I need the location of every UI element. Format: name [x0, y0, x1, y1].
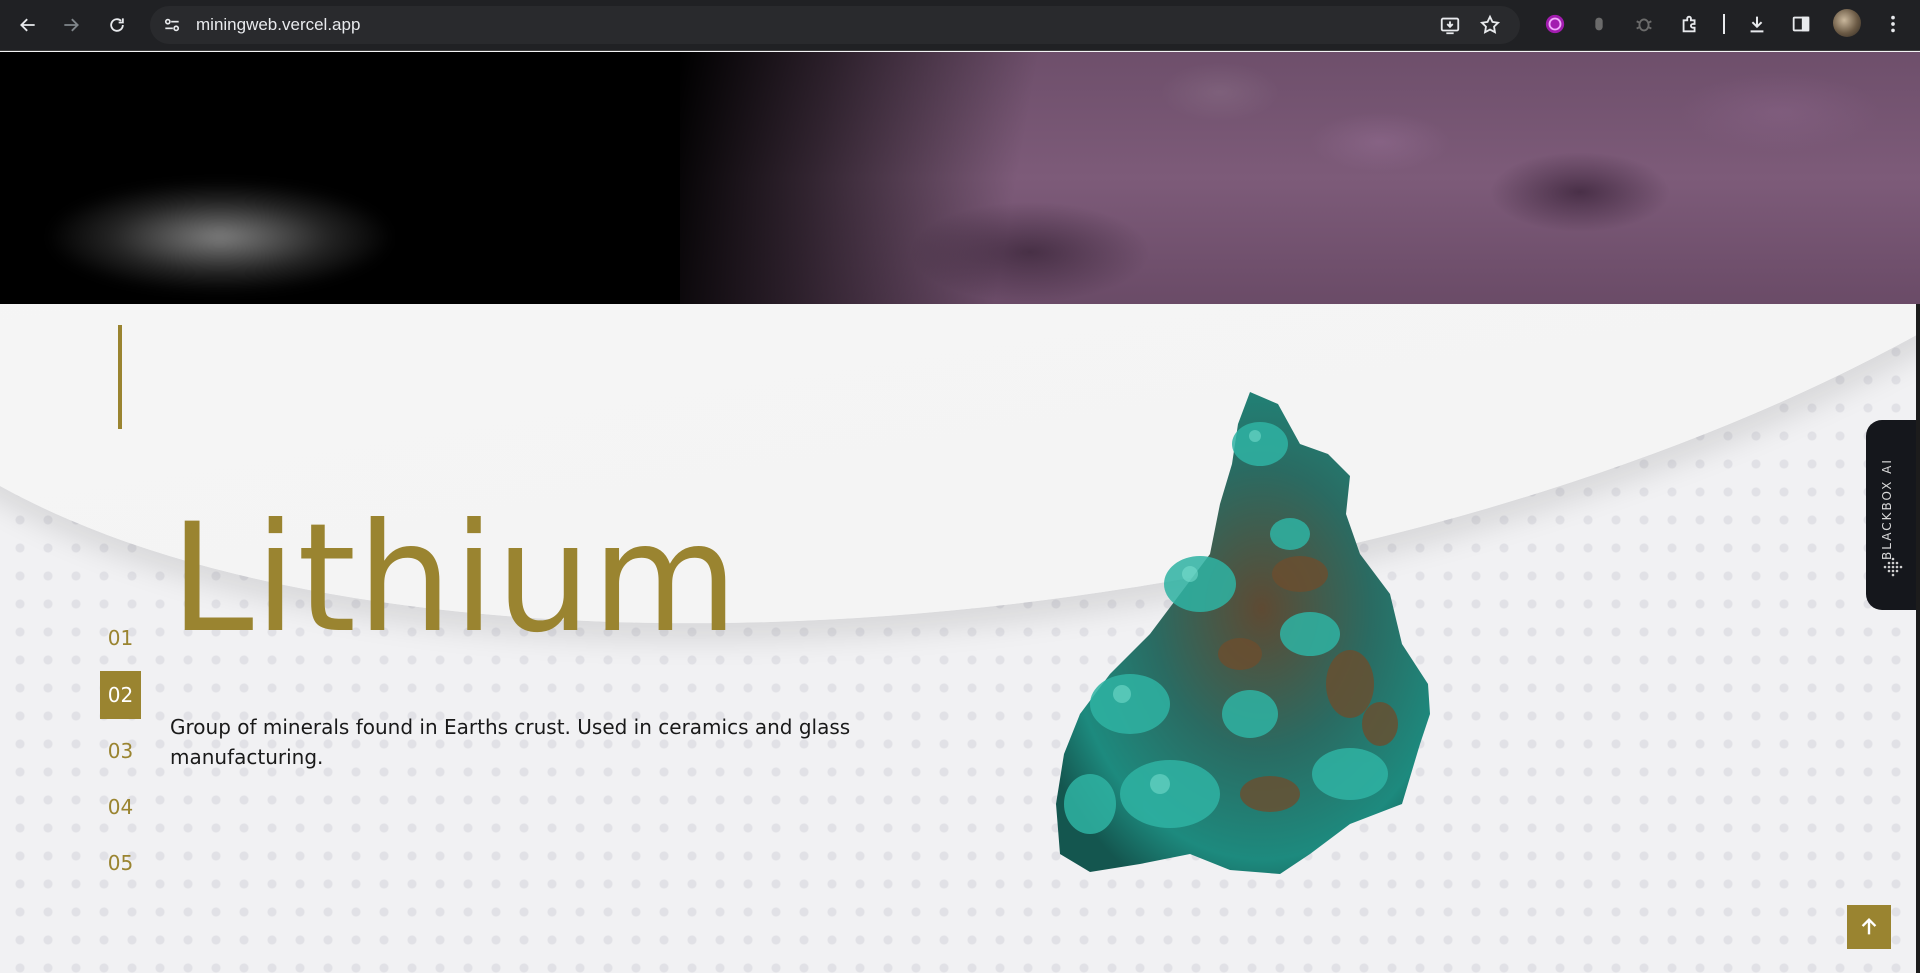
asteroid-surface-image	[680, 52, 1920, 304]
site-info-icon[interactable]	[160, 13, 184, 37]
browser-toolbar: miningweb.vercel.app	[0, 0, 1920, 51]
mineral-slide-section: 01 02 03 04 05 Lithium Group of minerals…	[0, 304, 1920, 973]
slide-nav-item-02-active[interactable]: 02	[100, 671, 141, 719]
menu-kebab-icon[interactable]	[1879, 10, 1907, 38]
reload-icon[interactable]	[102, 10, 132, 40]
extensions-puzzle-icon[interactable]	[1676, 10, 1704, 38]
download-icon[interactable]	[1743, 10, 1771, 38]
extension-capsule-icon[interactable]	[1585, 10, 1613, 38]
hero-banner	[0, 52, 1920, 304]
extension-globe-icon[interactable]	[1541, 10, 1569, 38]
mineral-title: Lithium	[170, 492, 739, 666]
toolbar-divider	[1723, 14, 1725, 34]
side-panel-icon[interactable]	[1787, 10, 1815, 38]
mineral-rock-image	[1056, 392, 1430, 874]
install-app-icon[interactable]	[1438, 13, 1462, 37]
blackbox-dots-icon	[1883, 557, 1903, 577]
page-scrollbar[interactable]	[1916, 304, 1920, 973]
blackbox-ai-tab[interactable]: BLACKBOX AI	[1866, 420, 1920, 610]
profile-avatar[interactable]	[1833, 9, 1861, 37]
forward-arrow-icon[interactable]	[56, 10, 86, 40]
slide-nav-item-04[interactable]: 04	[100, 783, 141, 831]
blackbox-label: BLACKBOX AI	[1880, 458, 1894, 560]
url-text[interactable]: miningweb.vercel.app	[196, 15, 360, 35]
hero-glow	[50, 182, 390, 292]
address-bar[interactable]: miningweb.vercel.app	[150, 6, 1520, 44]
back-arrow-icon[interactable]	[13, 10, 43, 40]
slide-nav-item-05[interactable]: 05	[100, 839, 141, 887]
gold-accent-line	[118, 325, 122, 429]
mineral-description: Group of minerals found in Earths crust.…	[170, 715, 851, 769]
arrow-up-icon	[1861, 917, 1877, 935]
scroll-to-top-button[interactable]	[1847, 905, 1891, 949]
extension-bug-icon[interactable]	[1630, 10, 1658, 38]
slide-nav-item-01[interactable]: 01	[100, 614, 141, 662]
slide-nav-item-03[interactable]: 03	[100, 727, 141, 775]
bookmark-star-icon[interactable]	[1478, 13, 1502, 37]
